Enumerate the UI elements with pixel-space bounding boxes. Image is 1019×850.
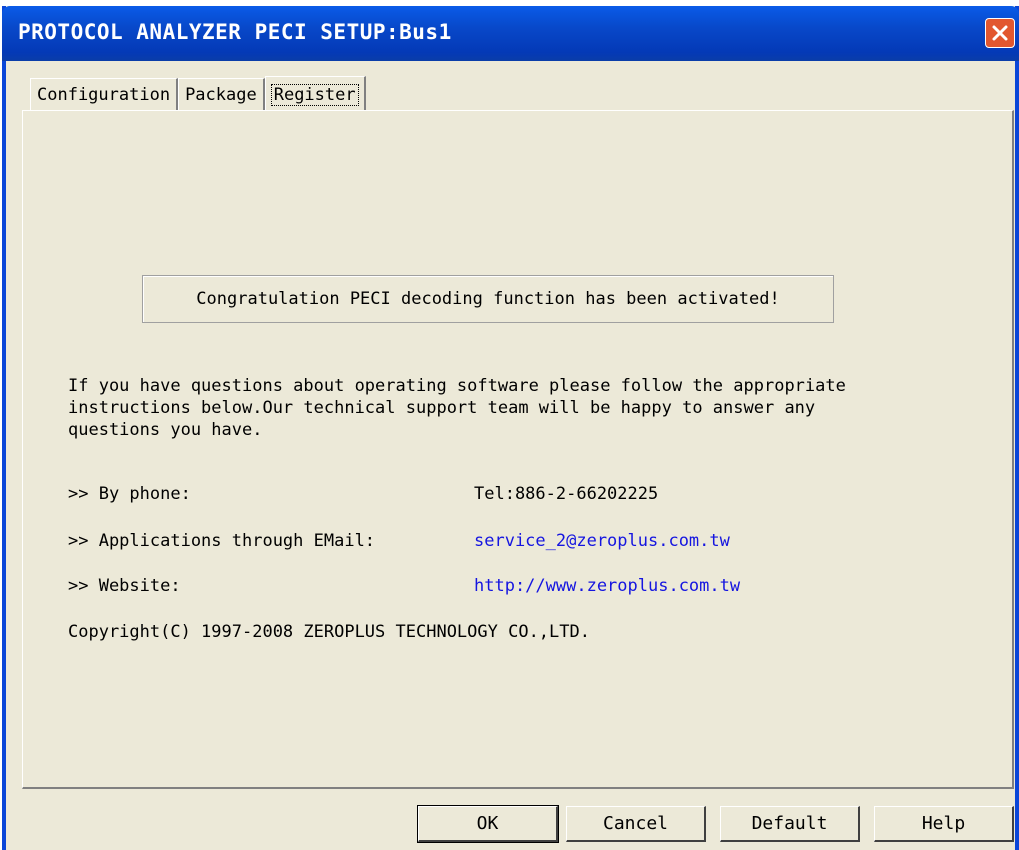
tab-register[interactable]: Register bbox=[264, 76, 366, 112]
tab-label: Register bbox=[270, 83, 359, 106]
phone-label: >> By phone: bbox=[68, 484, 191, 504]
close-icon bbox=[992, 25, 1008, 41]
window-title: PROTOCOL ANALYZER PECI SETUP:Bus1 bbox=[18, 20, 452, 44]
cancel-button[interactable]: Cancel bbox=[566, 806, 706, 842]
ok-button-label: OK bbox=[476, 813, 499, 834]
activation-banner: Congratulation PECI decoding function ha… bbox=[142, 275, 834, 323]
website-link[interactable]: http://www.zeroplus.com.tw bbox=[474, 576, 740, 596]
email-label: >> Applications through EMail: bbox=[68, 531, 376, 551]
tab-package[interactable]: Package bbox=[178, 78, 265, 110]
email-link[interactable]: service_2@zeroplus.com.tw bbox=[474, 531, 730, 551]
tab-label: Package bbox=[185, 84, 257, 105]
register-panel bbox=[22, 110, 1014, 789]
tab-configuration[interactable]: Configuration bbox=[30, 78, 179, 110]
ok-button[interactable]: OK bbox=[417, 805, 559, 843]
tab-strip: Configuration Package Register bbox=[30, 74, 366, 112]
title-bar[interactable]: PROTOCOL ANALYZER PECI SETUP:Bus1 bbox=[2, 6, 1019, 61]
phone-value: Tel:886-2-66202225 bbox=[474, 484, 659, 504]
copyright-text: Copyright(C) 1997-2008 ZEROPLUS TECHNOLO… bbox=[68, 622, 590, 642]
tab-label: Configuration bbox=[37, 84, 171, 105]
close-button[interactable] bbox=[985, 18, 1015, 48]
cancel-button-label: Cancel bbox=[602, 813, 669, 834]
help-button-label: Help bbox=[921, 813, 966, 834]
default-button-label: Default bbox=[751, 813, 828, 834]
default-button[interactable]: Default bbox=[720, 806, 860, 842]
help-button[interactable]: Help bbox=[874, 806, 1014, 842]
activation-message: Congratulation PECI decoding function ha… bbox=[196, 289, 780, 309]
website-label: >> Website: bbox=[68, 576, 181, 596]
support-intro-text: If you have questions about operating so… bbox=[68, 376, 846, 440]
